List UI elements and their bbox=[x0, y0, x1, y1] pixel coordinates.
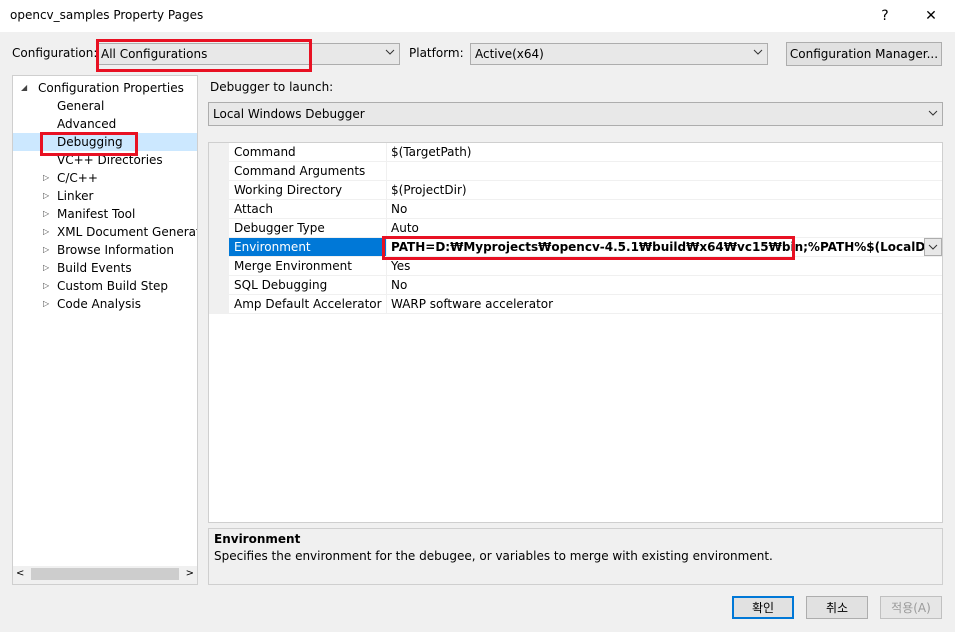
tree-item-custom-build-step[interactable]: ▷ Custom Build Step bbox=[13, 277, 197, 295]
row-margin bbox=[209, 238, 229, 257]
tree-item-manifest-tool[interactable]: ▷ Manifest Tool bbox=[13, 205, 197, 223]
platform-label: Platform: bbox=[409, 46, 464, 60]
row-margin bbox=[209, 219, 229, 238]
window-title: opencv_samples Property Pages bbox=[10, 8, 204, 22]
description-title: Environment bbox=[214, 532, 301, 546]
tree-item-label: Code Analysis bbox=[57, 297, 141, 311]
row-margin bbox=[209, 276, 229, 295]
row-margin bbox=[209, 295, 229, 314]
platform-value: Active(x64) bbox=[475, 47, 544, 61]
property-value[interactable]: No bbox=[386, 276, 942, 295]
property-name: Debugger Type bbox=[229, 219, 386, 238]
configuration-label: Configuration: bbox=[12, 46, 98, 60]
expand-triangle-icon[interactable]: ▷ bbox=[43, 259, 53, 277]
tree-item-general[interactable]: General bbox=[13, 97, 197, 115]
property-value[interactable]: $(ProjectDir) bbox=[386, 181, 942, 200]
property-row-command[interactable]: Command $(TargetPath) bbox=[209, 143, 942, 162]
environment-dropdown-button[interactable] bbox=[924, 238, 942, 256]
property-value[interactable]: $(TargetPath) bbox=[386, 143, 942, 162]
tree-item-label: Build Events bbox=[57, 261, 132, 275]
apply-button[interactable]: 적용(A) bbox=[880, 596, 942, 619]
property-name: Environment bbox=[229, 238, 386, 257]
tree-item-label: C/C++ bbox=[57, 171, 98, 185]
tree-item-advanced[interactable]: Advanced bbox=[13, 115, 197, 133]
property-row-attach[interactable]: Attach No bbox=[209, 200, 942, 219]
property-value[interactable]: WARP software accelerator bbox=[386, 295, 942, 314]
platform-combo[interactable]: Active(x64) bbox=[470, 43, 768, 65]
chevron-down-icon bbox=[928, 108, 938, 121]
tree-item-label: Linker bbox=[57, 189, 94, 203]
row-margin bbox=[209, 162, 229, 181]
chevron-down-icon bbox=[385, 47, 395, 60]
chevron-down-icon bbox=[753, 47, 763, 60]
property-value[interactable]: No bbox=[386, 200, 942, 219]
tree-item-label: XML Document Generator bbox=[57, 225, 198, 239]
property-name: Working Directory bbox=[229, 181, 386, 200]
description-text: Specifies the environment for the debuge… bbox=[214, 549, 773, 563]
property-grid: Command $(TargetPath) Command Arguments Wor… bbox=[208, 142, 943, 523]
chevron-down-icon bbox=[928, 244, 938, 250]
tree-item-code-analysis[interactable]: ▷ Code Analysis bbox=[13, 295, 197, 313]
row-margin bbox=[209, 143, 229, 162]
tree-item-xml-document-generator[interactable]: ▷ XML Document Generator bbox=[13, 223, 197, 241]
configuration-highlight-box bbox=[96, 39, 312, 72]
tree-item-linker[interactable]: ▷ Linker bbox=[13, 187, 197, 205]
property-row-sql-debugging[interactable]: SQL Debugging No bbox=[209, 276, 942, 295]
scroll-right-icon[interactable]: > bbox=[186, 568, 194, 579]
close-button[interactable]: ✕ bbox=[908, 0, 954, 32]
tree-item-label: Browse Information bbox=[57, 243, 174, 257]
help-button[interactable]: ? bbox=[862, 0, 908, 32]
property-name: Attach bbox=[229, 200, 386, 219]
property-name: Merge Environment bbox=[229, 257, 386, 276]
tree-item-label: Advanced bbox=[57, 117, 117, 131]
debugger-launch-label: Debugger to launch: bbox=[210, 80, 334, 94]
tree-item-label: Custom Build Step bbox=[57, 279, 169, 293]
property-name: Command bbox=[229, 143, 386, 162]
expand-triangle-icon[interactable]: ▷ bbox=[43, 205, 53, 223]
property-name: SQL Debugging bbox=[229, 276, 386, 295]
debugger-launch-combo[interactable]: Local Windows Debugger bbox=[208, 102, 943, 126]
tree-item-label: Manifest Tool bbox=[57, 207, 136, 221]
property-name: Amp Default Accelerator bbox=[229, 295, 386, 314]
environment-highlight-box bbox=[382, 236, 795, 260]
row-margin bbox=[209, 200, 229, 219]
debugger-launch-value: Local Windows Debugger bbox=[213, 107, 365, 121]
expand-triangle-icon[interactable]: ▷ bbox=[43, 169, 53, 187]
tree-item-build-events[interactable]: ▷ Build Events bbox=[13, 259, 197, 277]
expand-triangle-icon[interactable]: ▷ bbox=[43, 187, 53, 205]
ok-button[interactable]: 확인 bbox=[732, 596, 794, 619]
expanded-triangle-icon: ◢ bbox=[21, 83, 28, 92]
tree-item-browse-information[interactable]: ▷ Browse Information bbox=[13, 241, 197, 259]
scroll-left-icon[interactable]: < bbox=[16, 568, 24, 579]
cancel-button[interactable]: 취소 bbox=[806, 596, 868, 619]
description-panel: Environment Specifies the environment fo… bbox=[208, 528, 943, 585]
row-margin bbox=[209, 181, 229, 200]
property-row-command-arguments[interactable]: Command Arguments bbox=[209, 162, 942, 181]
expand-triangle-icon[interactable]: ▷ bbox=[43, 295, 53, 313]
configuration-manager-button[interactable]: Configuration Manager... bbox=[786, 42, 942, 66]
expand-triangle-icon[interactable]: ▷ bbox=[43, 277, 53, 295]
property-row-amp-default-accelerator[interactable]: Amp Default Accelerator WARP software acc… bbox=[209, 295, 942, 314]
expand-triangle-icon[interactable]: ▷ bbox=[43, 241, 53, 259]
tree-horizontal-scrollbar[interactable]: < > bbox=[13, 566, 197, 584]
property-row-working-directory[interactable]: Working Directory $(ProjectDir) bbox=[209, 181, 942, 200]
row-margin bbox=[209, 257, 229, 276]
property-value[interactable] bbox=[386, 162, 942, 181]
debugging-highlight-box bbox=[40, 132, 138, 156]
tree-root-label: Configuration Properties bbox=[38, 81, 184, 95]
tree-item-c-c-[interactable]: ▷ C/C++ bbox=[13, 169, 197, 187]
tree-item-label: General bbox=[57, 99, 105, 113]
scrollbar-thumb[interactable] bbox=[31, 568, 179, 580]
property-name: Command Arguments bbox=[229, 162, 386, 181]
expand-triangle-icon[interactable]: ▷ bbox=[43, 223, 53, 241]
